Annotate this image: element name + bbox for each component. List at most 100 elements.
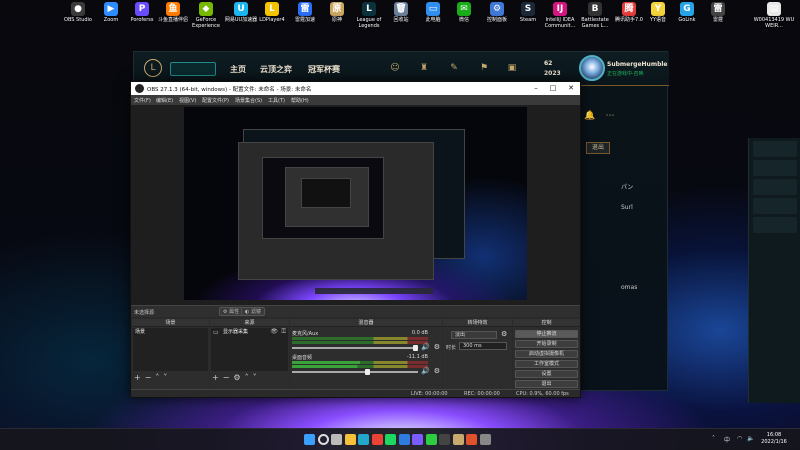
scene-item[interactable]: 场景 [133, 328, 208, 336]
friend-entry[interactable] [753, 160, 797, 176]
obs-icon[interactable] [439, 434, 450, 445]
side-text-2: Surl [621, 204, 633, 211]
app-icon: ⚙ [490, 2, 504, 16]
file-explorer-icon[interactable] [344, 434, 356, 445]
desktop-icon[interactable]: IJ IntelliJ IDEA Communit... [540, 2, 580, 29]
desktop-icon[interactable]: ▤ W00413419 WU WEIR... [748, 2, 800, 29]
share-icon[interactable]: ⋯ [604, 110, 616, 122]
lock-icon[interactable]: ⚿ [281, 328, 286, 336]
friend-entry[interactable] [753, 179, 797, 195]
mixer-dock: 混音器 麦克风/Aux 0.0 dB 🔊 ⚙ 桌面音频 -11.1 dB 🔊 ⚙ [290, 319, 442, 389]
store-icon[interactable] [398, 434, 410, 445]
maximize-icon[interactable]: □ [544, 83, 562, 94]
obs-title-bar[interactable]: OBS 27.1.3 (64-bit, windows) - 配置文件: 未命名… [131, 82, 580, 95]
preview-canvas[interactable] [184, 107, 527, 300]
task-view-icon[interactable] [331, 434, 342, 445]
transition-select[interactable]: 淡出 [451, 331, 497, 339]
down-icon[interactable]: ˅ [163, 373, 167, 382]
profile-icon[interactable]: ☺ [389, 62, 401, 74]
nav-clash[interactable]: 冠军杯赛 [308, 64, 340, 75]
desktop-icon-label: W00413419 WU WEIR... [753, 17, 795, 29]
bell-icon[interactable]: 🔔 [584, 110, 596, 122]
exit-button[interactable]: 退出 [515, 380, 578, 388]
search-icon[interactable] [317, 434, 329, 445]
visibility-icon[interactable]: 👁 [270, 328, 278, 335]
game-icon[interactable] [466, 434, 477, 445]
menu-help[interactable]: 帮助(H) [291, 97, 309, 104]
collection-icon[interactable]: ♜ [418, 62, 430, 74]
chrome-icon[interactable] [371, 434, 383, 445]
properties-button[interactable]: ⚙ 属性 [219, 307, 244, 316]
windows-start-icon[interactable] [304, 434, 315, 445]
friend-entry[interactable] [753, 217, 797, 233]
down-icon[interactable]: ˅ [253, 373, 257, 382]
obs-window[interactable]: OBS 27.1.3 (64-bit, windows) - 配置文件: 未命名… [130, 81, 581, 398]
gear-icon[interactable]: ⚙ [434, 367, 440, 375]
gear-icon[interactable]: ⚙ [434, 343, 440, 351]
clock[interactable]: 16:08 2022/1/16 [758, 432, 790, 446]
up-icon[interactable]: ˄ [155, 373, 159, 382]
speaker-icon[interactable]: 🔊 [421, 343, 430, 351]
filters-button[interactable]: ◐ 滤镜 [241, 307, 265, 316]
league-logo-icon[interactable]: L [144, 59, 162, 77]
sources-list[interactable]: 显示器采集 ▭ 👁 ⚿ [211, 328, 288, 371]
obs-logo-icon [135, 84, 144, 93]
wechat-icon[interactable] [425, 434, 437, 445]
start-virtual-camera-button[interactable]: 启动虚拟摄像机 [515, 350, 578, 358]
menu-view[interactable]: 视图(V) [179, 97, 196, 104]
menu-tools[interactable]: 工具(T) [268, 97, 285, 104]
volume-slider[interactable] [292, 369, 418, 375]
friend-entry[interactable] [753, 198, 797, 214]
menu-edit[interactable]: 编辑(E) [156, 97, 173, 104]
desktop-icon[interactable]: 雷雷霆 [698, 2, 738, 23]
volume-knob[interactable] [413, 345, 418, 351]
loot-icon[interactable]: ✎ [448, 62, 460, 74]
volume-knob[interactable] [365, 369, 371, 375]
friends-panel[interactable] [748, 138, 800, 403]
remove-icon[interactable]: − [145, 373, 152, 382]
controls-dock-title: 控制 [513, 319, 580, 327]
side-text-1: パン [621, 184, 634, 191]
studio-mode-button[interactable]: 工作室模式 [515, 360, 578, 368]
stop-streaming-button[interactable]: 停止推流 [515, 330, 578, 338]
up-icon[interactable]: ˄ [245, 373, 249, 382]
friend-entry[interactable] [753, 141, 797, 157]
scenes-list[interactable]: 场景 [133, 328, 208, 371]
volume-slider[interactable] [292, 345, 418, 351]
store-icon[interactable]: ⚑ [478, 62, 490, 74]
desktop-icon[interactable]: ◆ GeForce Experience [186, 2, 226, 29]
settings-button[interactable]: 设置 [515, 370, 578, 378]
add-icon[interactable]: + [134, 373, 141, 382]
duration-input[interactable]: 300 ms [459, 342, 507, 350]
menu-file[interactable]: 文件(F) [134, 97, 151, 104]
menu-profile[interactable]: 配置文件(P) [202, 97, 229, 104]
gear-icon[interactable]: ⚙ [501, 330, 507, 338]
play-button[interactable] [170, 62, 216, 76]
wifi-icon[interactable]: ◠ [737, 435, 742, 442]
input-method[interactable]: 中 [724, 435, 730, 444]
nav-tft[interactable]: 云顶之弈 [260, 64, 292, 75]
chevron-up-icon[interactable]: ˄ [712, 435, 715, 442]
menu-scene-collection[interactable]: 场景集合(S) [235, 97, 262, 104]
summoner-name[interactable]: SubmergeHumble [607, 61, 668, 68]
league-icon[interactable] [452, 434, 464, 445]
shop-icon[interactable]: ▣ [506, 62, 518, 74]
side-text-3: omas [621, 284, 638, 291]
speaker-icon[interactable]: 🔊 [421, 367, 430, 375]
nav-home[interactable]: 主页 [230, 64, 246, 75]
nested-taskbar [315, 288, 433, 294]
volume-icon[interactable]: 🔈 [747, 435, 754, 442]
gear-icon[interactable]: ⚙ [233, 373, 240, 382]
discord-icon[interactable] [479, 434, 491, 445]
minimize-icon[interactable]: – [527, 83, 545, 94]
duration-label: 时长 [446, 345, 457, 351]
qq-icon[interactable] [412, 434, 423, 445]
summoner-avatar[interactable] [579, 55, 605, 81]
edge-icon[interactable] [358, 434, 369, 445]
spotify-icon[interactable] [385, 434, 396, 445]
start-recording-button[interactable]: 开始录制 [515, 340, 578, 348]
add-icon[interactable]: + [212, 373, 219, 382]
out-button[interactable]: 退出 [586, 142, 610, 154]
close-icon[interactable]: ✕ [562, 83, 580, 94]
remove-icon[interactable]: − [223, 373, 230, 382]
